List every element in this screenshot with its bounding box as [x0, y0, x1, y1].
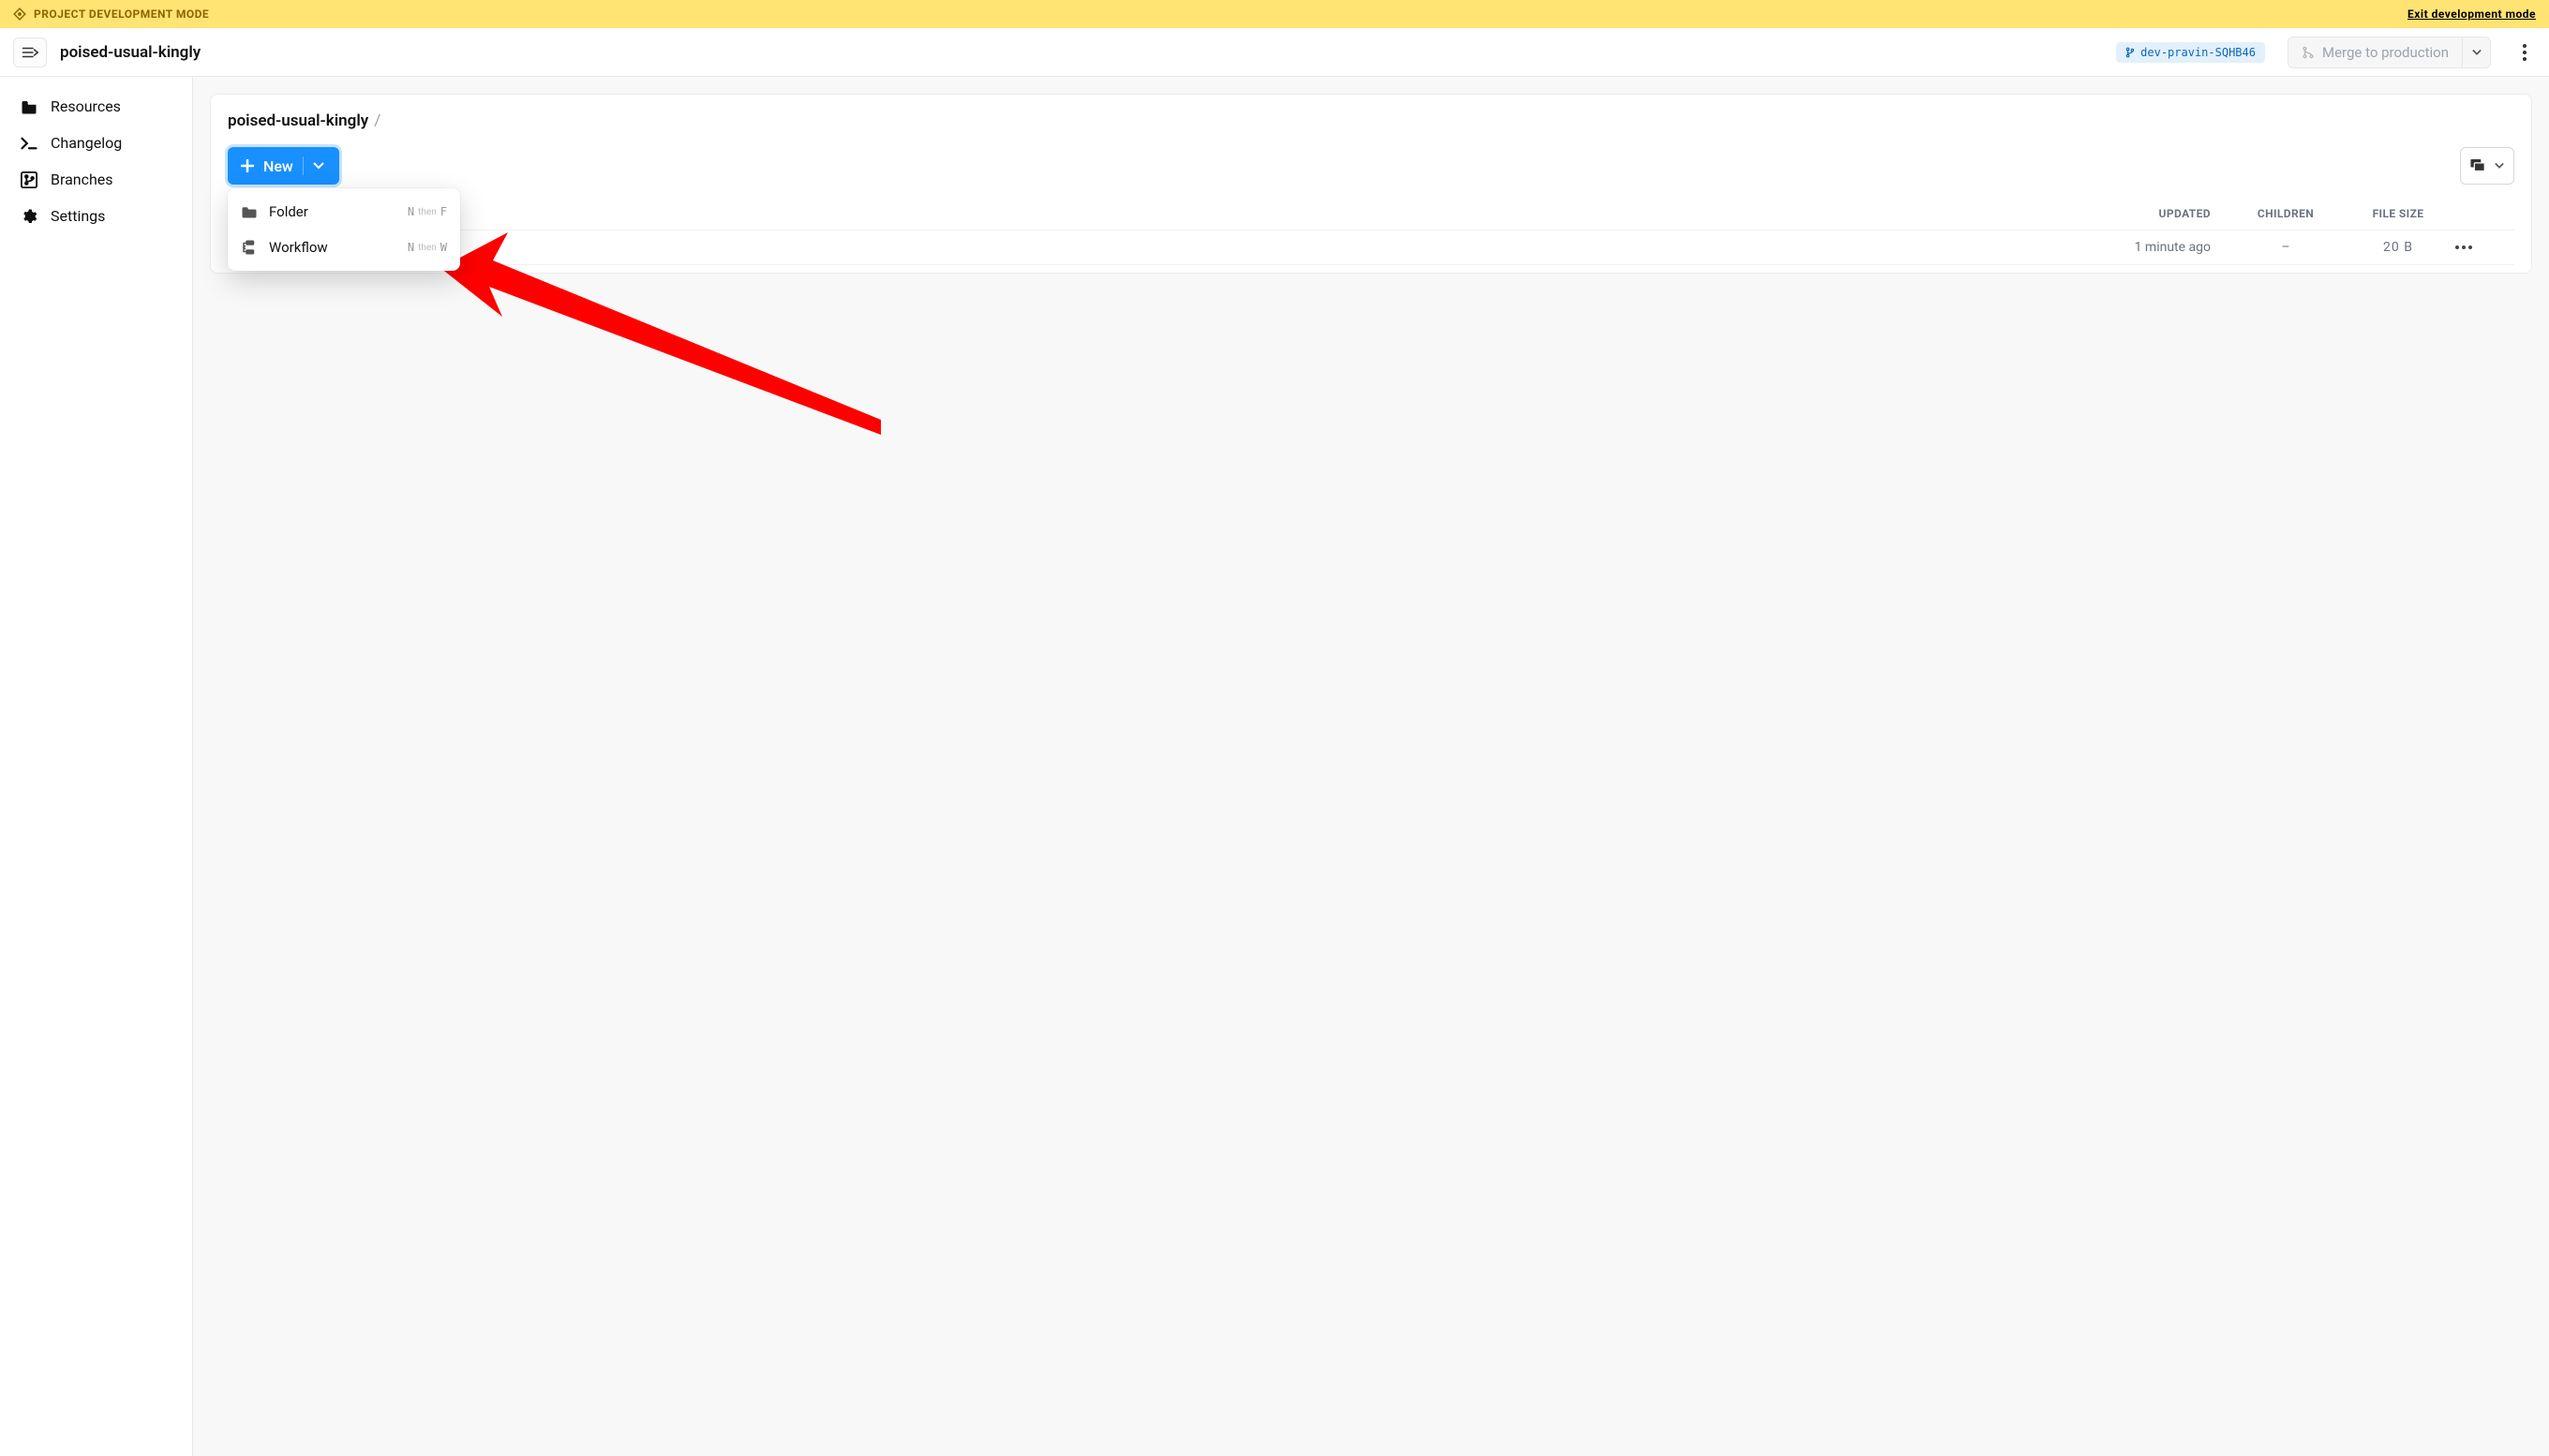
- dev-mode-label: PROJECT DEVELOPMENT MODE: [34, 7, 209, 21]
- workflow-icon: [241, 239, 258, 256]
- row-actions-button[interactable]: [2454, 245, 2511, 250]
- app-header: poised-usual-kingly dev-pravin-SQHB46 Me…: [0, 28, 2549, 77]
- row-size-cell: 20 B: [2342, 240, 2454, 255]
- dev-mode-icon: [13, 7, 26, 21]
- dropdown-item-label: Workflow: [269, 239, 328, 256]
- breadcrumb: poised-usual-kingly /: [228, 111, 2514, 130]
- col-header-name: NAME: [231, 207, 2089, 220]
- breadcrumb-root[interactable]: poised-usual-kingly: [228, 111, 368, 130]
- merge-label: Merge to production: [2322, 44, 2449, 61]
- breadcrumb-sep: /: [374, 111, 380, 130]
- sidebar-item-changelog[interactable]: Changelog: [0, 125, 192, 161]
- ellipsis-icon: [2454, 245, 2473, 250]
- terminal-icon: [21, 135, 37, 152]
- col-header-updated: UPDATED: [2089, 207, 2229, 220]
- sidebar-item-resources[interactable]: Resources: [0, 88, 192, 125]
- merge-to-production-button[interactable]: Merge to production: [2288, 37, 2462, 67]
- sidebar-toggle-button[interactable]: [13, 37, 47, 67]
- main-content: poised-usual-kingly / New: [193, 77, 2549, 1456]
- exit-dev-mode-link[interactable]: Exit development mode: [2407, 7, 2536, 21]
- col-header-filesize: FILE SIZE: [2342, 207, 2454, 220]
- project-title: poised-usual-kingly: [60, 43, 201, 62]
- chevron-down-icon: [2495, 162, 2504, 170]
- more-menu-button[interactable]: [2513, 41, 2536, 64]
- table-header-row: NAME UPDATED CHILDREN FILE SIZE: [228, 198, 2514, 230]
- merge-icon: [2302, 46, 2315, 59]
- view-mode-selector[interactable]: [2460, 147, 2514, 185]
- branch-icon: [2125, 47, 2135, 58]
- sidebar-item-label: Settings: [51, 207, 105, 225]
- stack-icon: [2470, 159, 2487, 172]
- keyboard-hint: N then W: [408, 241, 447, 254]
- folder-icon: [241, 203, 258, 220]
- plus-icon: [241, 159, 254, 172]
- new-folder-option[interactable]: Folder N then F: [228, 194, 460, 230]
- sidebar-item-label: Branches: [51, 171, 113, 188]
- gear-icon: [21, 208, 37, 225]
- sidebar-item-label: Changelog: [51, 134, 122, 152]
- merge-button-group: Merge to production: [2288, 37, 2491, 68]
- chevron-down-icon: [313, 162, 324, 170]
- sidebar-item-label: Resources: [51, 97, 121, 115]
- branch-badge[interactable]: dev-pravin-SQHB46: [2116, 42, 2265, 63]
- sidebar: Resources Changelog Branches Settings: [0, 77, 193, 1456]
- dropdown-item-label: Folder: [269, 203, 308, 220]
- table-row[interactable]: 1 minute ago – 20 B: [228, 230, 2514, 265]
- new-workflow-option[interactable]: Workflow N then W: [228, 230, 460, 265]
- keyboard-hint: N then F: [408, 205, 447, 218]
- row-updated-cell: 1 minute ago: [2089, 240, 2229, 255]
- sidebar-item-settings[interactable]: Settings: [0, 198, 192, 234]
- row-children-cell: –: [2229, 240, 2342, 255]
- branches-icon: [21, 171, 37, 188]
- resources-panel: poised-usual-kingly / New: [210, 94, 2532, 274]
- folder-icon: [21, 98, 37, 115]
- divider: [303, 156, 304, 175]
- col-header-children: CHILDREN: [2229, 207, 2342, 220]
- new-button[interactable]: New: [228, 147, 339, 185]
- dev-mode-banner: PROJECT DEVELOPMENT MODE Exit developmen…: [0, 0, 2549, 28]
- kebab-icon: [2523, 44, 2527, 61]
- new-button-label: New: [263, 157, 293, 175]
- merge-dropdown-button[interactable]: [2462, 37, 2490, 67]
- chevron-down-icon: [2472, 49, 2482, 56]
- new-dropdown-menu: Folder N then F Workflo: [228, 188, 460, 271]
- sidebar-item-branches[interactable]: Branches: [0, 161, 192, 198]
- branch-name: dev-pravin-SQHB46: [2140, 46, 2256, 59]
